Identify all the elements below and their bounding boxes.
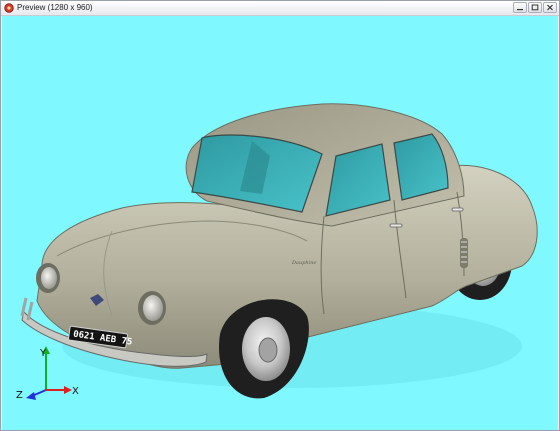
front-door-handle — [389, 223, 403, 228]
side-air-intake — [460, 238, 468, 268]
render-viewport[interactable]: Dauphine 0621 AEB 75 Y X Z — [2, 16, 558, 430]
title-bar[interactable]: Preview (1280 x 960) — [1, 1, 559, 16]
model-badge: Dauphine — [291, 260, 316, 266]
app-icon — [4, 3, 14, 13]
maximize-button[interactable] — [528, 2, 542, 13]
maximize-icon — [531, 4, 539, 11]
close-icon — [547, 4, 553, 11]
z-axis-arrow — [26, 392, 36, 400]
window-controls — [513, 2, 557, 13]
z-axis-label: Z — [16, 390, 23, 401]
x-axis-arrow — [64, 386, 72, 394]
right-headlight — [138, 291, 166, 325]
window-title: Preview (1280 x 960) — [17, 3, 93, 12]
x-axis-label: X — [72, 386, 79, 397]
preview-window: Preview (1280 x 960) Dauphine 0621 AEB 7… — [0, 0, 560, 431]
minimize-icon — [517, 9, 523, 11]
close-button[interactable] — [543, 2, 557, 13]
minimize-button[interactable] — [513, 2, 527, 13]
car-render: Dauphine 0621 AEB 75 Y X Z — [16, 103, 538, 401]
y-axis-label: Y — [39, 348, 47, 359]
rear-door-handle — [451, 207, 464, 212]
left-headlight — [36, 263, 60, 293]
